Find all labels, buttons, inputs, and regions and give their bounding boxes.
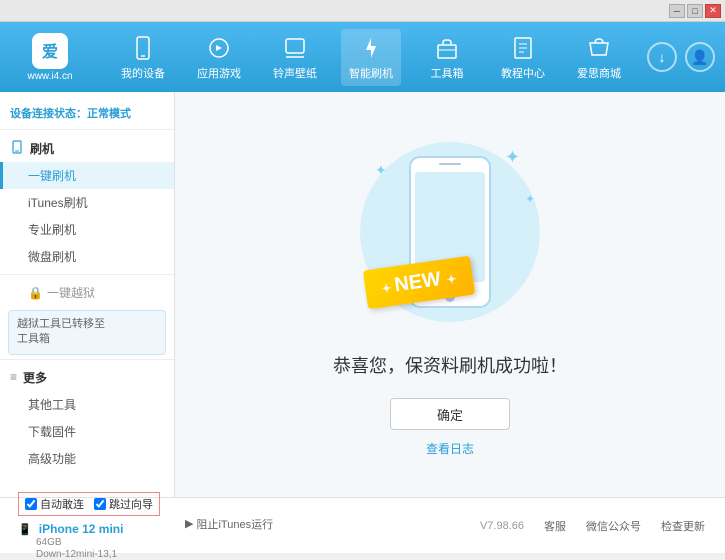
- confirm-button[interactable]: 确定: [390, 398, 510, 430]
- jailbreak-note: 越狱工具已转移至工具箱: [8, 310, 166, 355]
- nav-toolbox-label: 工具箱: [431, 65, 464, 81]
- nav-toolbox[interactable]: 工具箱: [417, 29, 477, 86]
- nav-apps-label: 应用游戏: [197, 65, 241, 81]
- status-label: 设备连接状态：: [10, 108, 87, 120]
- auto-connect-checkbox-label[interactable]: 自动敢连: [25, 496, 84, 512]
- more-section-title: ≡ 更多: [0, 364, 174, 391]
- window-controls[interactable]: ─ □ ✕: [669, 4, 721, 18]
- auto-connect-checkbox[interactable]: [25, 498, 37, 510]
- logo-icon: 爱: [32, 33, 68, 69]
- sparkle-icon-1: ✦: [505, 147, 520, 168]
- sidebar-itunes-flash[interactable]: iTunes刷机: [0, 189, 174, 216]
- stop-itunes-label: 阻止iTunes运行: [196, 516, 273, 532]
- smart-flash-icon: [357, 34, 385, 62]
- nav-smart-flash-label: 智能刷机: [349, 65, 393, 81]
- maximize-button[interactable]: □: [687, 4, 703, 18]
- sidebar-other-tools[interactable]: 其他工具: [0, 391, 174, 418]
- skip-wizard-label: 跳过向导: [109, 496, 153, 512]
- flash-section-title[interactable]: 刷机: [0, 135, 174, 162]
- nav-store[interactable]: 爱思商城: [569, 29, 629, 86]
- device-storage: 64GB: [36, 537, 177, 548]
- sidebar-divider-1: [0, 274, 174, 275]
- version-text: V7.98.66: [480, 520, 524, 532]
- device-firmware: Down-12mini-13,1: [36, 549, 177, 560]
- nav-smart-flash[interactable]: 智能刷机: [341, 29, 401, 86]
- nav-store-label: 爱思商城: [577, 65, 621, 81]
- title-bar: ─ □ ✕: [0, 0, 725, 22]
- device-info: 📱 iPhone 12 mini 64GB Down-12mini-13,1: [18, 522, 177, 560]
- bottom-bar: 自动敢连 跳过向导 📱 iPhone 12 mini 64GB Down-12m…: [0, 497, 725, 553]
- stop-itunes-area: ▶ 阻止iTunes运行: [185, 516, 445, 536]
- logo-url: www.i4.cn: [27, 71, 72, 82]
- minimize-button[interactable]: ─: [669, 4, 685, 18]
- svg-text:爱: 爱: [42, 42, 58, 61]
- flash-section-label: 刷机: [30, 140, 54, 157]
- view-log-link[interactable]: 查看日志: [426, 440, 474, 457]
- sidebar: 设备连接状态：正常模式 刷机 一键刷机 iTunes刷机 专业刷机 微盘刷机: [0, 92, 175, 497]
- jailbreak-locked: 🔒 一键越狱: [0, 279, 174, 306]
- device-name: iPhone 12 mini: [39, 522, 124, 536]
- sidebar-advanced[interactable]: 高级功能: [0, 445, 174, 472]
- device-icon: 📱: [18, 524, 32, 536]
- more-section: ≡ 更多 其他工具 下载固件 高级功能: [0, 364, 174, 472]
- content-area: ✦ ✦ ✦ NEW 恭喜您，保资料刷机成功啦！ 确定 查看日志: [175, 92, 725, 497]
- jailbreak-section: 🔒 一键越狱 越狱工具已转移至工具箱: [0, 279, 174, 355]
- nav-tutorial[interactable]: 教程中心: [493, 29, 553, 86]
- sidebar-dual-flash[interactable]: 微盘刷机: [0, 243, 174, 270]
- store-icon: [585, 34, 613, 62]
- more-section-icon: ≡: [10, 370, 17, 384]
- flash-section: 刷机 一键刷机 iTunes刷机 专业刷机 微盘刷机: [0, 135, 174, 270]
- stop-itunes-toggle[interactable]: ▶ 阻止iTunes运行: [185, 516, 273, 532]
- flash-section-icon: [10, 140, 24, 157]
- auto-connect-label: 自动敢连: [40, 496, 84, 512]
- nav-ringtones[interactable]: 铃声壁纸: [265, 29, 325, 86]
- checkbox-container: 自动敢连 跳过向导: [18, 492, 160, 516]
- ringtones-icon: [281, 34, 309, 62]
- status-value: 正常模式: [87, 108, 131, 120]
- apps-games-icon: [205, 34, 233, 62]
- sidebar-download-firmware[interactable]: 下载固件: [0, 418, 174, 445]
- header: 爱 www.i4.cn 我的设备 应用游戏: [0, 22, 725, 92]
- nav-ringtones-label: 铃声壁纸: [273, 65, 317, 81]
- nav-my-device[interactable]: 我的设备: [113, 29, 173, 86]
- skip-wizard-checkbox-label[interactable]: 跳过向导: [94, 496, 153, 512]
- lock-icon: 🔒: [28, 286, 43, 300]
- sparkle-icon-2: ✦: [525, 192, 535, 206]
- success-illustration: ✦ ✦ ✦ NEW: [350, 132, 550, 332]
- toolbox-icon: [433, 34, 461, 62]
- wechat-public-link[interactable]: 微信公众号: [586, 518, 641, 534]
- bottom-right: V7.98.66 客服 微信公众号 检查更新: [445, 518, 715, 534]
- nav-items: 我的设备 应用游戏 铃声壁纸: [105, 29, 637, 86]
- skip-wizard-checkbox[interactable]: [94, 498, 106, 510]
- tutorial-icon: [509, 34, 537, 62]
- main-area: 设备连接状态：正常模式 刷机 一键刷机 iTunes刷机 专业刷机 微盘刷机: [0, 92, 725, 497]
- status-bar: 设备连接状态：正常模式: [0, 100, 174, 130]
- success-title: 恭喜您，保资料刷机成功啦！: [333, 352, 567, 378]
- my-device-icon: [129, 34, 157, 62]
- nav-apps-games[interactable]: 应用游戏: [189, 29, 249, 86]
- check-update-link[interactable]: 检查更新: [661, 518, 705, 534]
- stop-itunes-icon: ▶: [185, 517, 193, 530]
- account-button[interactable]: 👤: [685, 42, 715, 72]
- nav-right-buttons: ↓ 👤: [647, 42, 715, 72]
- sidebar-pro-flash[interactable]: 专业刷机: [0, 216, 174, 243]
- download-button[interactable]: ↓: [647, 42, 677, 72]
- sparkle-icon-3: ✦: [375, 162, 387, 179]
- nav-tutorial-label: 教程中心: [501, 65, 545, 81]
- bottom-left: 自动敢连 跳过向导 📱 iPhone 12 mini 64GB Down-12m…: [10, 492, 185, 560]
- sidebar-one-key-flash[interactable]: 一键刷机: [0, 162, 174, 189]
- customer-service-link[interactable]: 客服: [544, 518, 566, 534]
- close-button[interactable]: ✕: [705, 4, 721, 18]
- logo-area[interactable]: 爱 www.i4.cn: [10, 33, 90, 82]
- sidebar-divider-2: [0, 359, 174, 360]
- nav-my-device-label: 我的设备: [121, 65, 165, 81]
